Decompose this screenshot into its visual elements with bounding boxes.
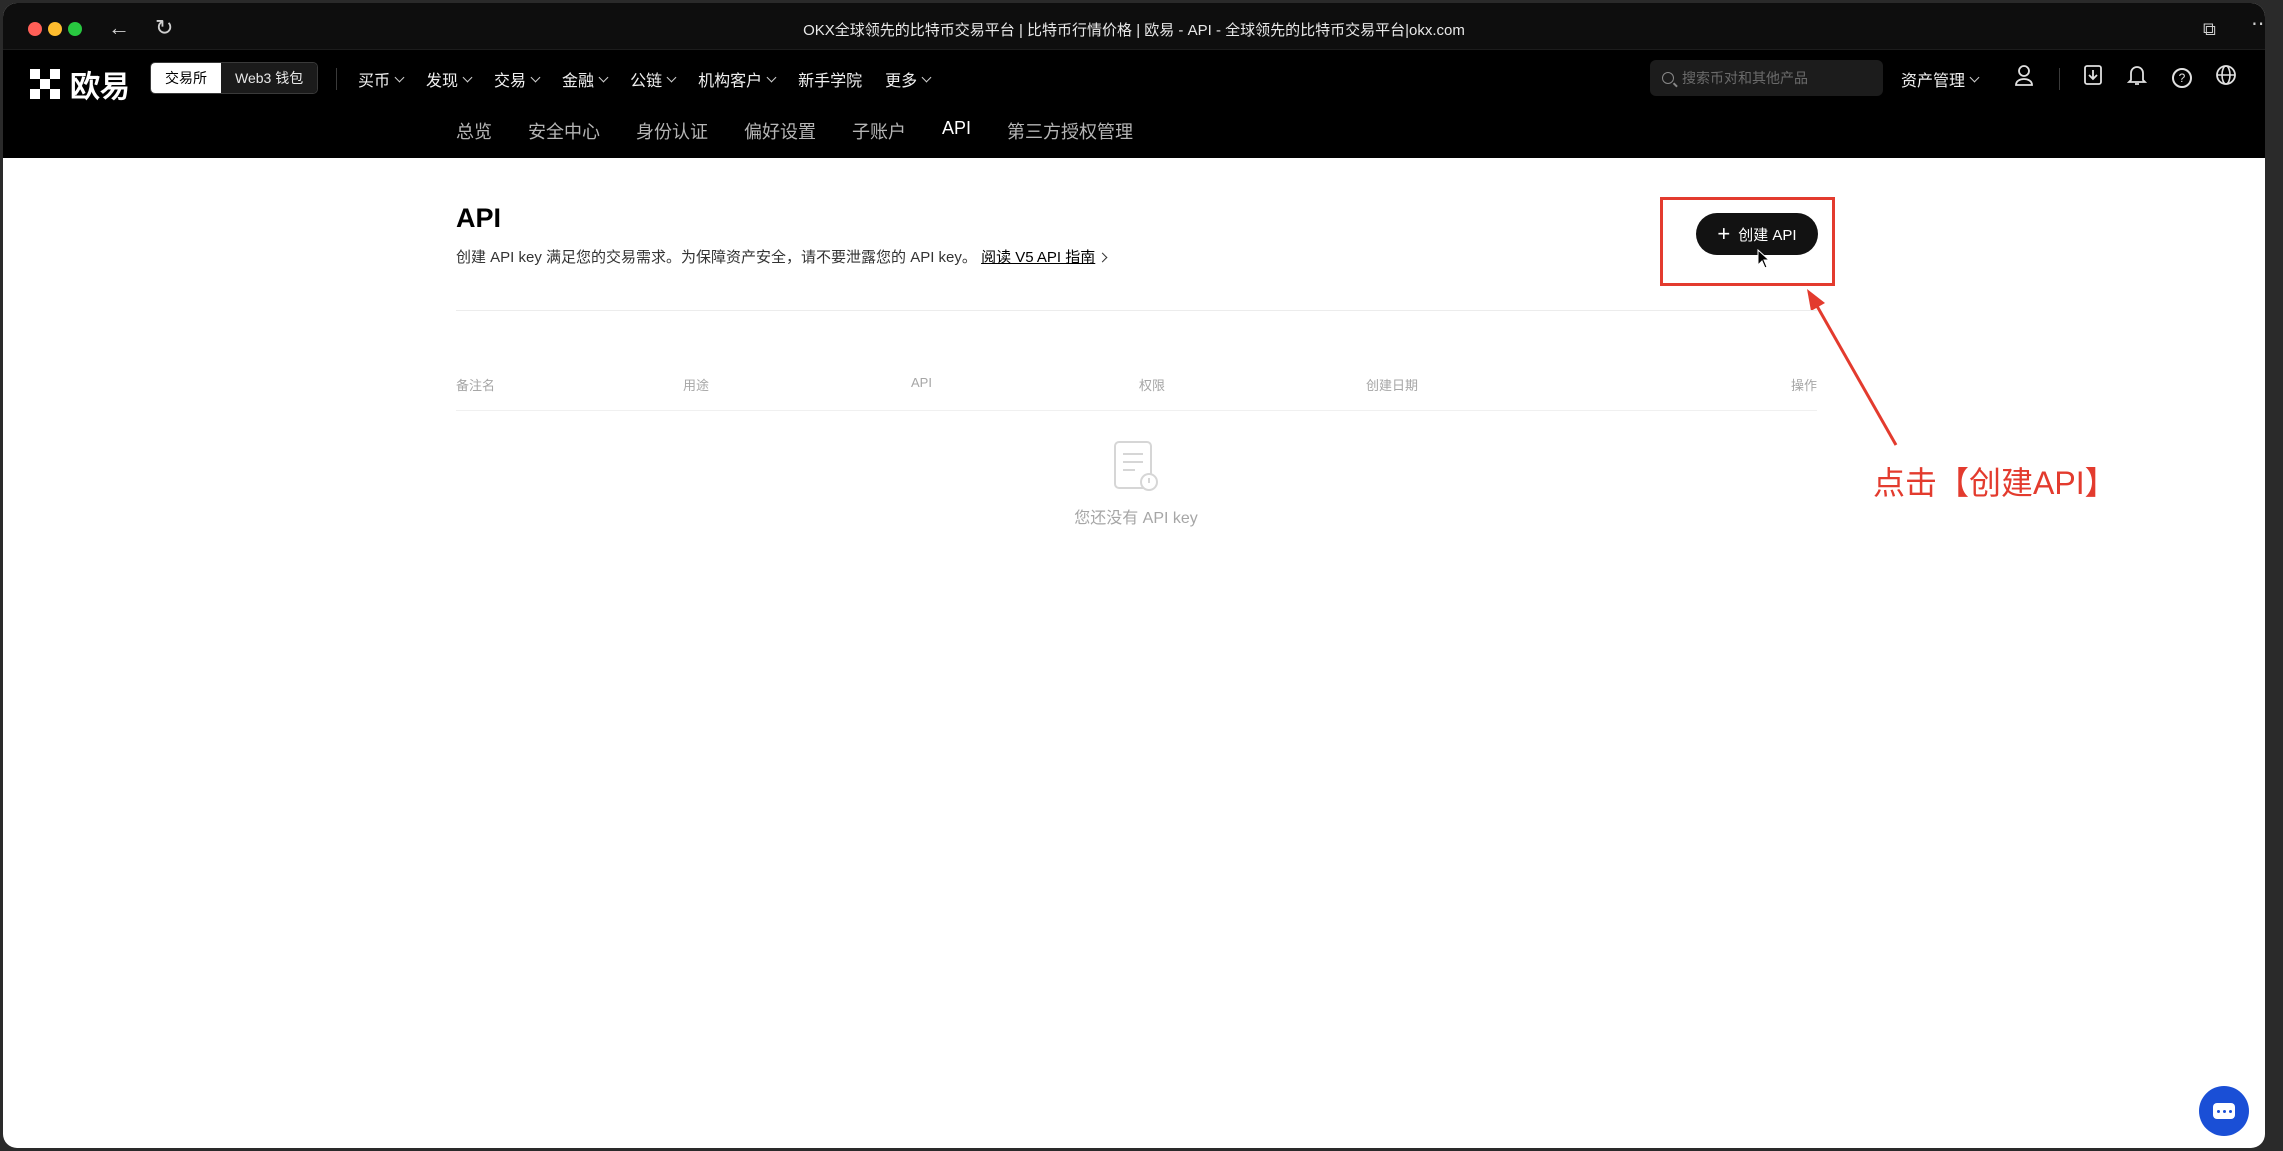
asset-management-menu[interactable]: 资产管理: [1901, 67, 1980, 91]
menu-discover[interactable]: 发现: [426, 67, 473, 91]
menu-finance[interactable]: 金融: [562, 67, 609, 91]
tab-preferences[interactable]: 偏好设置: [744, 118, 816, 144]
okx-logo-icon: [30, 69, 60, 99]
menu-learn[interactable]: 新手学院: [798, 67, 862, 91]
nav-divider: [2059, 68, 2060, 90]
chevron-down-icon: [462, 72, 473, 82]
tab-security[interactable]: 安全中心: [528, 118, 600, 144]
tab-web3-wallet[interactable]: Web3 钱包: [221, 63, 318, 93]
globe-icon[interactable]: [2213, 64, 2239, 90]
menu-label: 机构客户: [698, 73, 763, 90]
chat-icon: [2213, 1103, 2235, 1119]
chevron-right-icon: [1097, 252, 1108, 263]
annotation-text: 点击【创建API】: [1873, 465, 2117, 501]
chevron-down-icon: [921, 72, 932, 82]
chevron-down-icon: [766, 72, 777, 82]
menu-buy-crypto[interactable]: 买币: [358, 67, 405, 91]
chevron-down-icon: [1969, 72, 1980, 82]
description-text: 创建 API key 满足您的交易需求。为保障资产安全，请不要泄露您的 API …: [456, 249, 977, 266]
chevron-down-icon: [598, 72, 609, 82]
col-permissions: 权限: [1139, 378, 1166, 393]
logo-text: 欧易: [70, 71, 130, 104]
page-title: API: [456, 203, 502, 233]
help-icon[interactable]: ?: [2169, 64, 2195, 90]
account-subnav: 总览 安全中心 身份认证 偏好设置 子账户 API 第三方授权管理: [456, 118, 1133, 144]
mode-switch: 交易所 Web3 钱包: [150, 62, 319, 94]
menu-label: 买币: [358, 73, 391, 90]
chevron-down-icon: [394, 72, 405, 82]
download-icon[interactable]: [2080, 64, 2106, 90]
col-api: API: [911, 375, 932, 390]
menu-trade[interactable]: 交易: [494, 67, 541, 91]
top-menu: 买币 发现 交易 金融 公链 机构客户 新手学院 更多: [358, 67, 932, 91]
api-guide-link[interactable]: 阅读 V5 API 指南: [981, 249, 1095, 266]
search-input[interactable]: [1682, 70, 1872, 86]
empty-document-icon: [1114, 441, 1158, 491]
menu-label: 公链: [630, 73, 663, 90]
support-chat-button[interactable]: [2199, 1086, 2249, 1136]
browser-title: OKX全球领先的比特币交易平台 | 比特币行情价格 | 欧易 - API - 全…: [803, 22, 1465, 39]
menu-label: 发现: [426, 73, 459, 90]
empty-state-text: 您还没有 API key: [1074, 510, 1198, 527]
page-description: 创建 API key 满足您的交易需求。为保障资产安全，请不要泄露您的 API …: [456, 246, 1108, 267]
tab-third-party-auth[interactable]: 第三方授权管理: [1007, 118, 1133, 144]
menu-label: 金融: [562, 73, 595, 90]
menu-institutional[interactable]: 机构客户: [698, 67, 777, 91]
menu-label: 交易: [494, 73, 527, 90]
search-box[interactable]: [1650, 60, 1883, 96]
tab-subaccount[interactable]: 子账户: [852, 118, 906, 144]
bell-icon[interactable]: [2124, 64, 2150, 90]
tab-api[interactable]: API: [942, 118, 971, 144]
more-icon[interactable]: ⋯: [2251, 13, 2265, 35]
col-created-date: 创建日期: [1366, 378, 1419, 393]
browser-window: ← ↻ OKX全球领先的比特币交易平台 | 比特币行情价格 | 欧易 - API…: [3, 3, 2265, 1148]
menu-label: 新手学院: [798, 73, 863, 90]
header-divider: [456, 310, 1817, 311]
menu-more[interactable]: 更多: [885, 67, 932, 91]
table-header: 备注名 用途 API 权限 创建日期 操作: [456, 375, 1817, 411]
tab-verification[interactable]: 身份认证: [636, 118, 708, 144]
nav-divider: [336, 68, 337, 90]
okx-logo[interactable]: 欧易: [30, 62, 130, 106]
chevron-down-icon: [530, 72, 541, 82]
mouse-cursor-icon: [1757, 248, 1771, 274]
col-remark: 备注名: [456, 378, 496, 393]
tab-overview[interactable]: 总览: [456, 118, 492, 144]
annotation-highlight-box: [1660, 197, 1835, 286]
search-icon: [1662, 72, 1674, 84]
asset-label: 资产管理: [1901, 73, 1966, 90]
col-actions: 操作: [1790, 378, 1817, 393]
cast-icon[interactable]: ⧉: [2203, 18, 2216, 40]
col-usage: 用途: [683, 378, 710, 393]
browser-titlebar: ← ↻ OKX全球领先的比特币交易平台 | 比特币行情价格 | 欧易 - API…: [3, 3, 2265, 50]
chevron-down-icon: [666, 72, 677, 82]
user-icon[interactable]: [2011, 64, 2037, 90]
menu-label: 更多: [885, 73, 918, 90]
main-nav: 欧易 交易所 Web3 钱包 买币 发现 交易 金融 公链 机构客户 新手学院 …: [3, 50, 2265, 158]
tab-exchange[interactable]: 交易所: [151, 63, 221, 93]
menu-chain[interactable]: 公链: [630, 67, 677, 91]
